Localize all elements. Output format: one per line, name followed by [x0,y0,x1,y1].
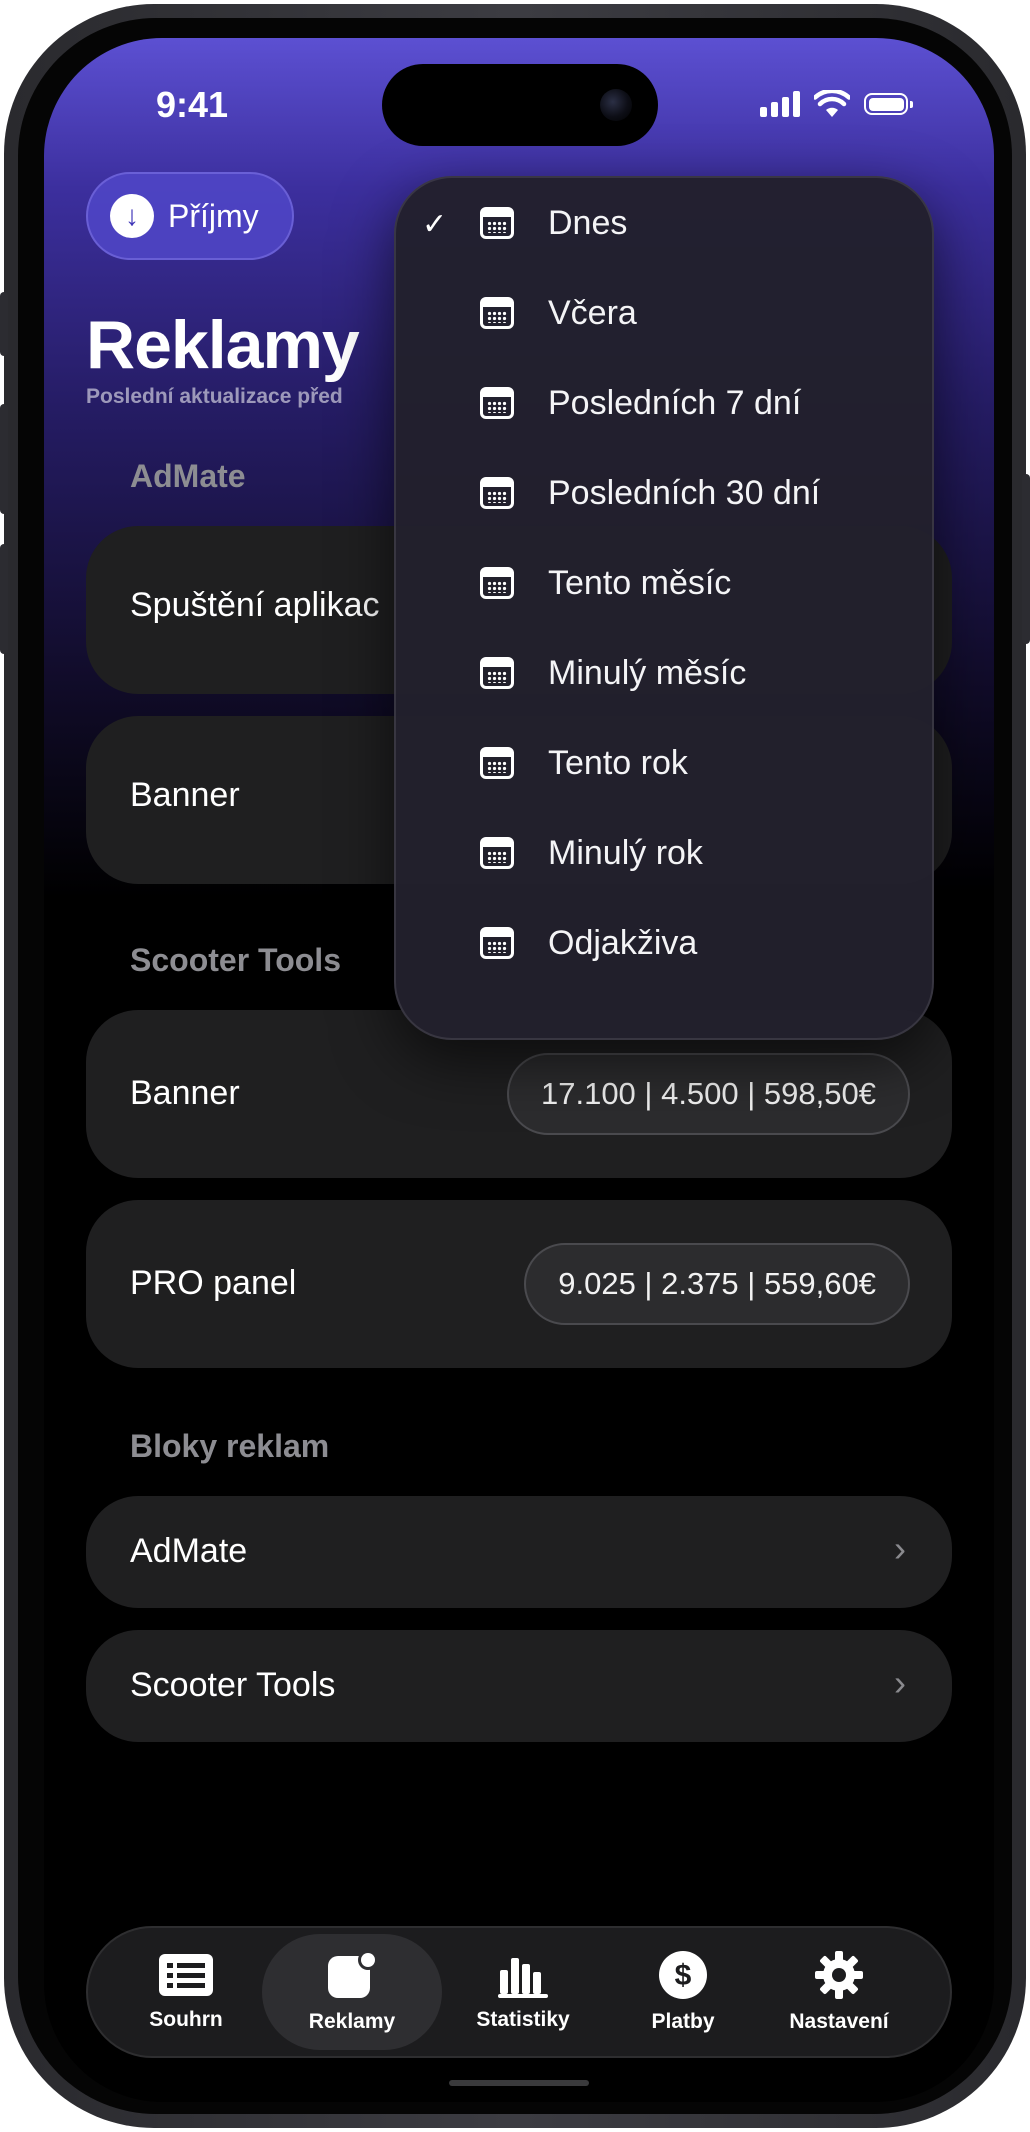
menu-item-label: Minulý rok [548,834,703,872]
dynamic-island [382,64,658,146]
gear-icon [815,1951,863,1999]
ad-row-label: Banner [130,776,240,814]
ad-row-pro-panel[interactable]: PRO panel 9.025 | 2.375 | 559,60€ [86,1200,952,1368]
chevron-right-icon: › [894,1528,906,1569]
tab-label: Nastavení [789,2010,889,2033]
bar-chart-icon [498,1958,548,1998]
menu-item-last-year[interactable]: Minulý rok [396,808,932,898]
screen: 9:41 ↓ Příjmy Reklamy Poslední aktualiza… [44,38,994,2102]
menu-item-label: Tento rok [548,744,688,782]
volume-down-button [0,544,8,654]
ad-block-scooter-tools[interactable]: Scooter Tools › [86,1630,952,1742]
stats-pill: 17.100 | 4.500 | 598,50€ [506,1053,910,1135]
tab-label: Statistiky [476,2008,570,2031]
ad-row-label: Spuštění aplikac [130,586,380,624]
tab-summary[interactable]: Souhrn [116,1928,256,2056]
tab-label: Souhrn [149,2008,223,2031]
menu-item-label: Dnes [548,204,628,242]
tab-settings[interactable]: Nastavení [764,1928,914,2056]
ad-row-label: Banner [130,1074,240,1112]
menu-item-last-30-days[interactable]: Posledních 30 dní [396,448,932,538]
tab-label: Platby [651,2010,715,2033]
calendar-icon [480,927,514,959]
tab-payments[interactable]: $ Platby [618,1928,748,2056]
menu-item-label: Odjakživa [548,924,698,962]
menu-item-label: Posledních 30 dní [548,474,821,512]
menu-item-label: Tento měsíc [548,564,732,602]
wifi-icon [814,90,850,117]
income-button-label: Příjmy [168,197,259,234]
stats-pill: 9.025 | 2.375 | 559,60€ [524,1243,910,1325]
power-button [1022,474,1030,644]
phone-frame: 9:41 ↓ Příjmy Reklamy Poslední aktualiza… [0,4,1030,2128]
tab-statistics[interactable]: Statistiky [448,1928,598,2056]
status-icons [760,90,913,118]
income-button[interactable]: ↓ Příjmy [86,172,294,260]
ad-block-admate[interactable]: AdMate › [86,1496,952,1608]
status-time: 9:41 [156,84,229,125]
last-update-text: Poslední aktualizace před [86,385,343,408]
menu-item-this-year[interactable]: Tento rok [396,718,932,808]
section-heading-admate: AdMate [130,458,246,494]
svg-text:$: $ [675,1959,692,1992]
calendar-icon [480,837,514,869]
calendar-icon [480,567,514,599]
section-heading-scooter-tools: Scooter Tools [130,942,341,978]
menu-item-label: Včera [548,294,637,332]
tab-bar: Souhrn Reklamy Statistiky $ Platby Nasta… [86,1926,952,2058]
dollar-icon: $ [659,1951,707,1999]
calendar-icon [480,207,514,239]
calendar-icon [480,297,514,329]
menu-item-today[interactable]: ✓ Dnes [396,178,932,268]
app-badge-icon [328,1950,378,1998]
menu-item-last-month[interactable]: Minulý měsíc [396,628,932,718]
arrow-down-circle-icon: ↓ [110,194,154,238]
action-button [0,292,8,356]
menu-item-this-month[interactable]: Tento měsíc [396,538,932,628]
list-icon [159,1954,213,1996]
section-heading-ad-blocks: Bloky reklam [130,1428,330,1464]
volume-up-button [0,404,8,514]
home-indicator [449,2080,589,2086]
cellular-signal-icon [760,91,800,117]
chevron-right-icon: › [894,1662,906,1703]
battery-icon [864,93,913,115]
checkmark-icon: ✓ [422,208,448,241]
calendar-icon [480,657,514,689]
tab-ads[interactable]: Reklamy [262,1934,442,2050]
ad-row-label: PRO panel [130,1264,297,1302]
ad-block-label: AdMate [130,1532,248,1570]
calendar-icon [480,387,514,419]
menu-item-yesterday[interactable]: Včera [396,268,932,358]
menu-item-label: Posledních 7 dní [548,384,802,422]
calendar-icon [480,477,514,509]
tab-label: Reklamy [308,2010,396,2033]
menu-item-all-time[interactable]: Odjakživa [396,898,932,988]
page-title: Reklamy [86,307,360,383]
ad-block-label: Scooter Tools [130,1666,336,1704]
camera-icon [600,89,632,121]
menu-item-last-7-days[interactable]: Posledních 7 dní [396,358,932,448]
menu-item-label: Minulý měsíc [548,654,747,692]
date-range-menu: ✓ Dnes Včera Posledních 7 dní Posledních… [394,176,934,1040]
calendar-icon [480,747,514,779]
